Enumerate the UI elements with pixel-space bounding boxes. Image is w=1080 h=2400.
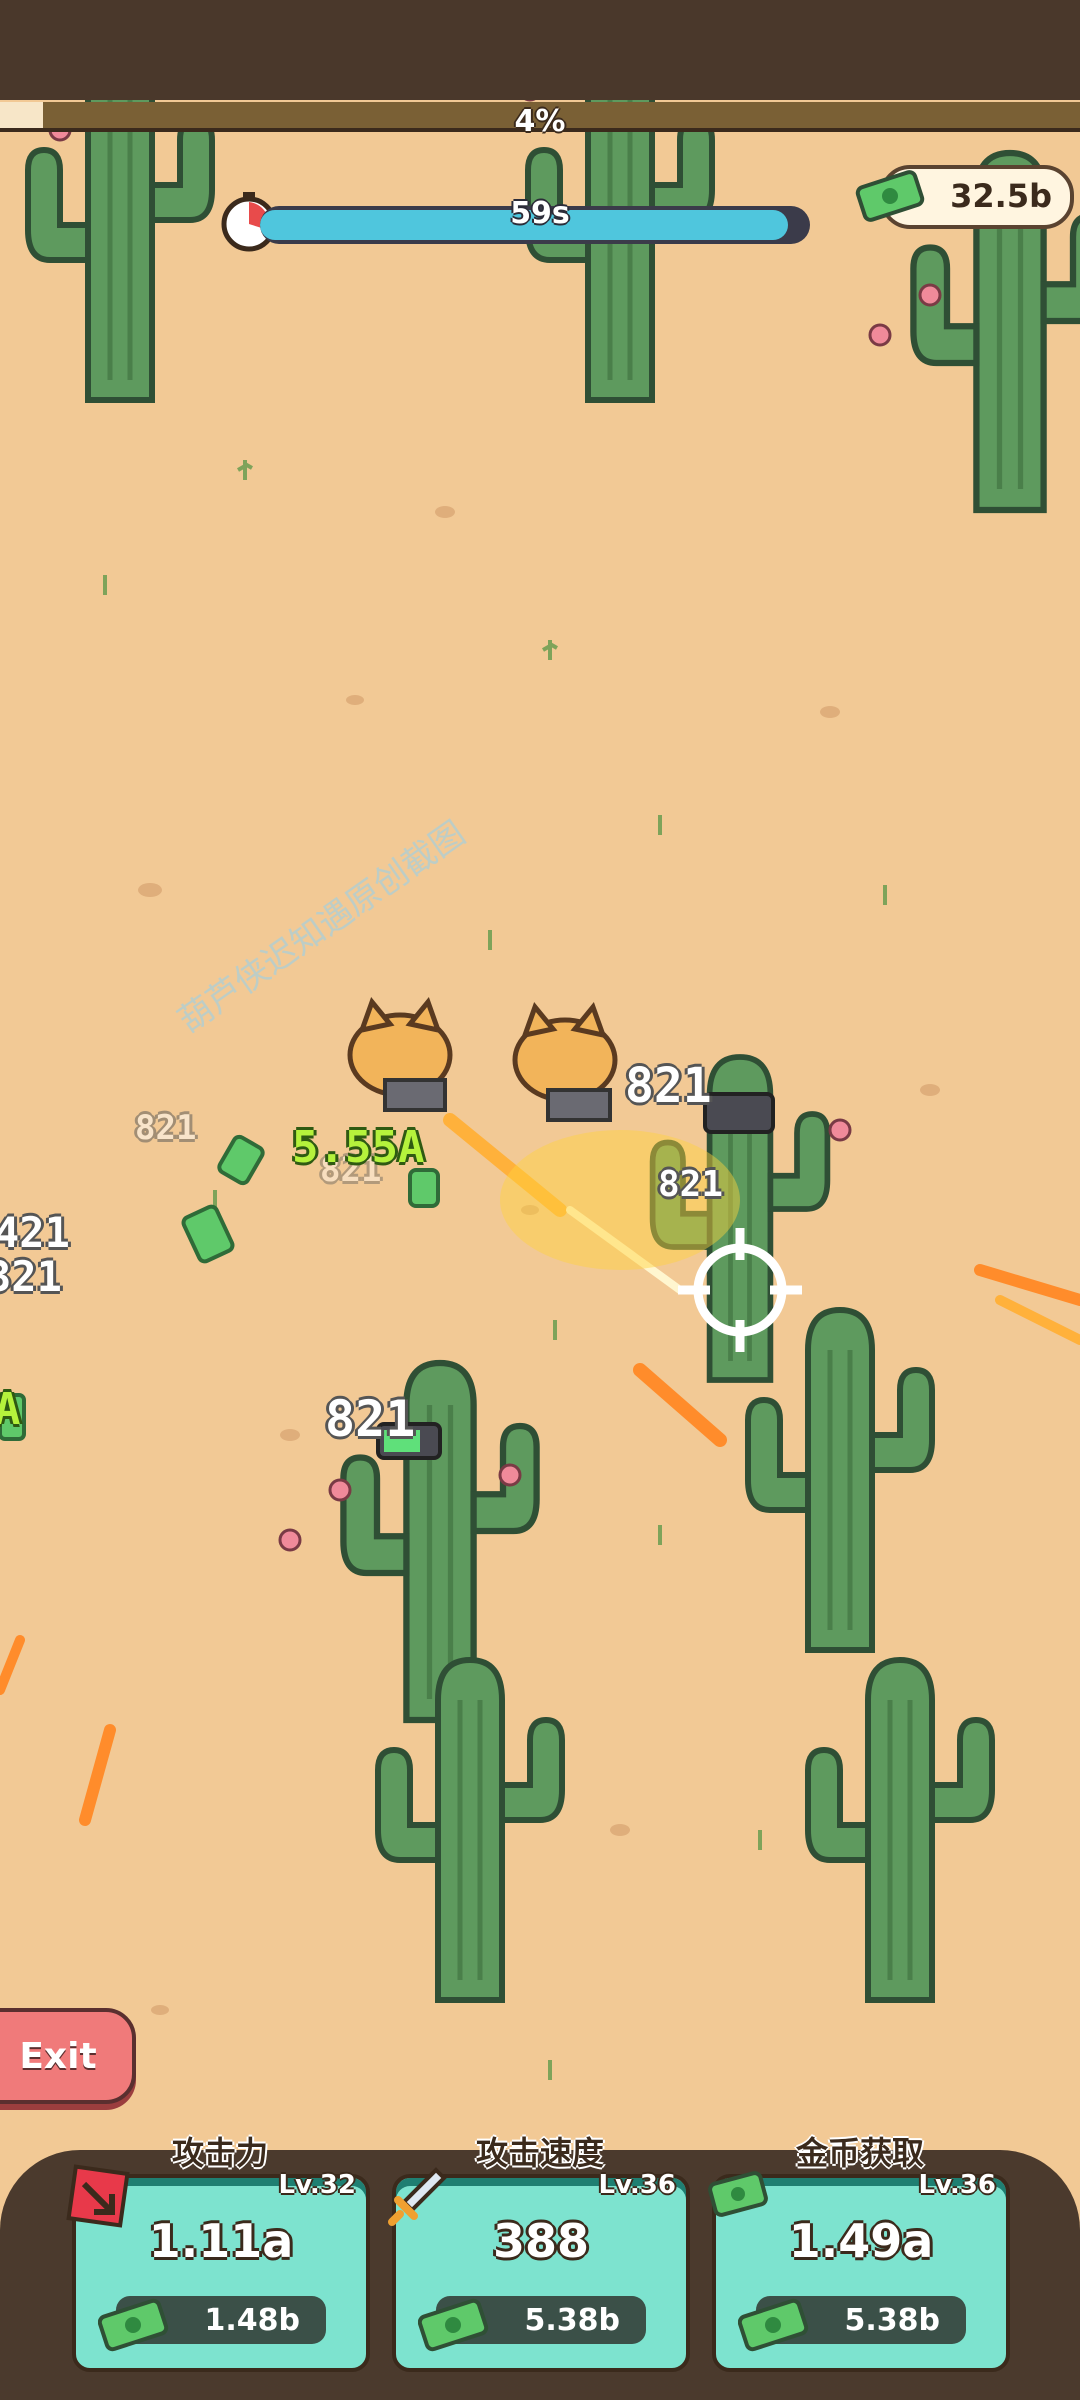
coin-gain-text: 5.55A [292,1122,425,1173]
coin-gain-text: A [0,1384,21,1435]
damage-number: 821 [325,1390,416,1448]
money-counter: 32.5b [855,165,1074,229]
upgrade-card-attack[interactable]: Lv.32 1.11a 1.48b [66,2164,370,2372]
desert-scene [0,53,1080,2080]
upgrade-card-attack-speed[interactable]: Lv.36 388 5.38b [388,2167,690,2372]
cash-icon [98,2298,169,2352]
upgrade-value: 1.49a [788,2214,934,2268]
upgrade-level: Lv.36 [918,2170,996,2200]
timer-label: 59s [510,196,570,231]
cash-icon [738,2298,809,2352]
upgrade-value: 1.11a [148,2214,294,2268]
upgrade-level: Lv.36 [598,2170,676,2200]
damage-number: 821 [135,1108,197,1148]
exit-button[interactable]: Exit [0,2008,136,2104]
damage-number: 421 [0,1208,70,1257]
upgrade-card-coin-gain[interactable]: Lv.36 1.49a 5.38b [708,2170,1010,2372]
money-value: 32.5b [950,177,1052,215]
upgrade-level: Lv.32 [278,2170,356,2200]
level-progress-label: 4% [514,104,566,139]
damage-number: 321 [0,1252,62,1301]
cash-stack-icon [855,170,925,222]
damage-number: 821 [658,1164,724,1205]
upgrade-value: 388 [492,2214,590,2268]
cash-icon [418,2298,489,2352]
top-bar [0,0,1080,100]
damage-number: 821 [625,1058,712,1114]
